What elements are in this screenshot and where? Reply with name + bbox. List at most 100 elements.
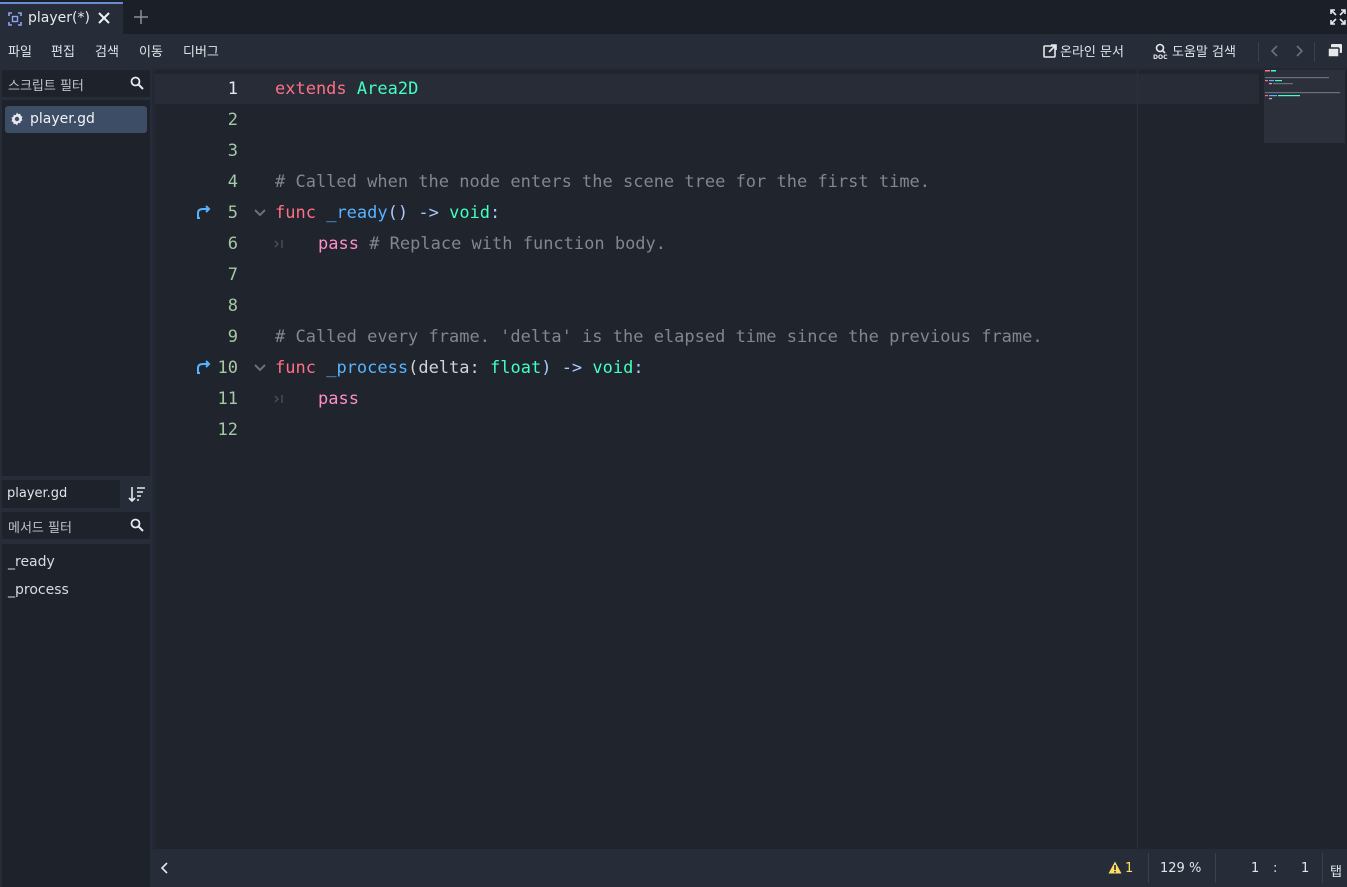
param-token: (delta: bbox=[408, 358, 480, 378]
toggle-panel-icon[interactable] bbox=[159, 862, 171, 874]
override-arrow-icon[interactable] bbox=[196, 360, 212, 374]
keyword-token: extends bbox=[275, 79, 347, 99]
current-script-field: player.gd bbox=[2, 480, 120, 508]
search-icon bbox=[130, 518, 144, 532]
function-name-token: _ready bbox=[326, 203, 388, 223]
code-line-4: # Called when the node enters the scene … bbox=[275, 172, 930, 192]
warning-icon bbox=[1108, 861, 1122, 874]
indent-mode[interactable]: 탭 bbox=[1330, 861, 1342, 880]
class-token: Area2D bbox=[356, 79, 419, 99]
separator bbox=[1258, 42, 1259, 62]
fullscreen-icon[interactable] bbox=[1330, 9, 1346, 25]
warning-count-label: 1 bbox=[1125, 861, 1134, 876]
online-docs-button[interactable]: 온라인 문서 bbox=[1043, 41, 1124, 60]
close-icon[interactable] bbox=[96, 10, 112, 26]
comment-token: # Called when the node enters the scene … bbox=[275, 172, 931, 192]
menu-search[interactable]: 검색 bbox=[95, 41, 119, 60]
tab-label: player(*) bbox=[28, 10, 90, 26]
zoom-level[interactable]: 129 % bbox=[1160, 861, 1201, 876]
menu-edit[interactable]: 편집 bbox=[51, 41, 75, 60]
fold-chevron-icon[interactable] bbox=[253, 206, 267, 220]
float-window-icon[interactable] bbox=[1327, 43, 1343, 59]
script-name: player.gd bbox=[30, 111, 95, 127]
arrow-token: -> bbox=[418, 203, 439, 223]
scene-node-icon bbox=[8, 12, 22, 26]
position-separator: : bbox=[1273, 861, 1278, 876]
paren-token: () bbox=[387, 203, 409, 223]
tab-player[interactable]: player(*) bbox=[0, 2, 123, 34]
gear-icon bbox=[11, 112, 23, 126]
line-number: 4 bbox=[227, 172, 238, 192]
script-list-item[interactable]: player.gd bbox=[5, 106, 147, 133]
svg-text:DOC: DOC bbox=[1153, 54, 1168, 59]
arrow-token: -> bbox=[561, 358, 583, 378]
help-search-label: 도움말 검색 bbox=[1172, 45, 1236, 60]
line-number: 6 bbox=[227, 234, 238, 254]
separator bbox=[1215, 853, 1216, 883]
keyword-token: func bbox=[275, 358, 316, 378]
code-line-1: extends Area2D bbox=[275, 79, 418, 99]
help-search-button[interactable]: DOC 도움말 검색 bbox=[1153, 41, 1236, 61]
line-number: 11 bbox=[217, 389, 238, 409]
minimap[interactable] bbox=[1264, 70, 1345, 143]
doc-search-icon: DOC bbox=[1153, 43, 1168, 61]
method-filter-input[interactable]: 메서드 필터 bbox=[2, 512, 150, 539]
column-indicator: 1 bbox=[1301, 861, 1310, 876]
override-arrow-icon[interactable] bbox=[196, 205, 212, 219]
menu-file[interactable]: 파일 bbox=[8, 41, 32, 60]
status-bar: 1 129 % 1 : 1 탭 bbox=[152, 849, 1347, 887]
fold-chevron-icon[interactable] bbox=[253, 361, 267, 375]
external-link-icon bbox=[1043, 44, 1057, 58]
line-number: 2 bbox=[227, 110, 238, 130]
line-number: 9 bbox=[227, 327, 238, 347]
menu-bar: 파일 편집 검색 이동 디버그 온라인 문서 DOC 도움말 검색 bbox=[0, 34, 1347, 68]
sort-icon[interactable] bbox=[128, 485, 146, 503]
script-filter-placeholder: 스크립트 필터 bbox=[8, 79, 84, 94]
back-icon[interactable] bbox=[1269, 44, 1281, 58]
colon-token: : bbox=[490, 203, 501, 223]
tab-indent-icon bbox=[274, 395, 283, 403]
minimap-preview bbox=[1265, 70, 1340, 100]
menu-debug[interactable]: 디버그 bbox=[183, 41, 219, 60]
method-item-ready[interactable]: _ready bbox=[8, 554, 55, 570]
line-number: 12 bbox=[217, 420, 238, 440]
tab-indent-icon bbox=[274, 240, 283, 248]
tab-bar bbox=[0, 0, 1347, 34]
line-number: 1 bbox=[227, 79, 238, 99]
separator bbox=[1148, 853, 1149, 883]
current-script-label: player.gd bbox=[7, 486, 68, 501]
separator bbox=[1314, 42, 1315, 62]
add-tab-icon[interactable] bbox=[132, 8, 150, 26]
comment-token: # Called every frame. 'delta' is the ela… bbox=[275, 327, 1043, 347]
method-filter-placeholder: 메서드 필터 bbox=[8, 521, 72, 536]
line-indicator: 1 bbox=[1251, 861, 1260, 876]
line-length-guide bbox=[1137, 70, 1138, 849]
code-line-11: pass bbox=[318, 389, 359, 409]
keyword-token: pass bbox=[318, 234, 359, 254]
line-number: 8 bbox=[227, 296, 238, 316]
code-line-6: pass # Replace with function body. bbox=[318, 234, 666, 254]
code-line-5: func _ready() -> void: bbox=[275, 203, 500, 223]
colon-token: : bbox=[633, 358, 644, 378]
script-filter-input[interactable]: 스크립트 필터 bbox=[2, 70, 150, 97]
code-line-9: # Called every frame. 'delta' is the ela… bbox=[275, 327, 1043, 347]
comment-token: # Replace with function body. bbox=[369, 234, 667, 254]
search-icon bbox=[130, 76, 144, 90]
script-list bbox=[2, 100, 150, 476]
paren-token: ) bbox=[541, 358, 552, 378]
method-item-process[interactable]: _process bbox=[8, 582, 69, 598]
separator bbox=[1322, 853, 1323, 883]
line-number: 7 bbox=[227, 265, 238, 285]
warning-count[interactable]: 1 bbox=[1108, 861, 1133, 876]
menu-goto[interactable]: 이동 bbox=[139, 41, 163, 60]
type-token: float bbox=[490, 358, 542, 378]
keyword-token: func bbox=[275, 203, 316, 223]
type-token: void bbox=[592, 358, 634, 378]
line-number: 3 bbox=[227, 141, 238, 161]
keyword-token: pass bbox=[318, 389, 359, 409]
type-token: void bbox=[449, 203, 491, 223]
code-line-10: func _process(delta: float) -> void: bbox=[275, 358, 644, 378]
function-name-token: _process bbox=[326, 358, 409, 378]
forward-icon[interactable] bbox=[1293, 44, 1305, 58]
online-docs-label: 온라인 문서 bbox=[1060, 45, 1124, 60]
